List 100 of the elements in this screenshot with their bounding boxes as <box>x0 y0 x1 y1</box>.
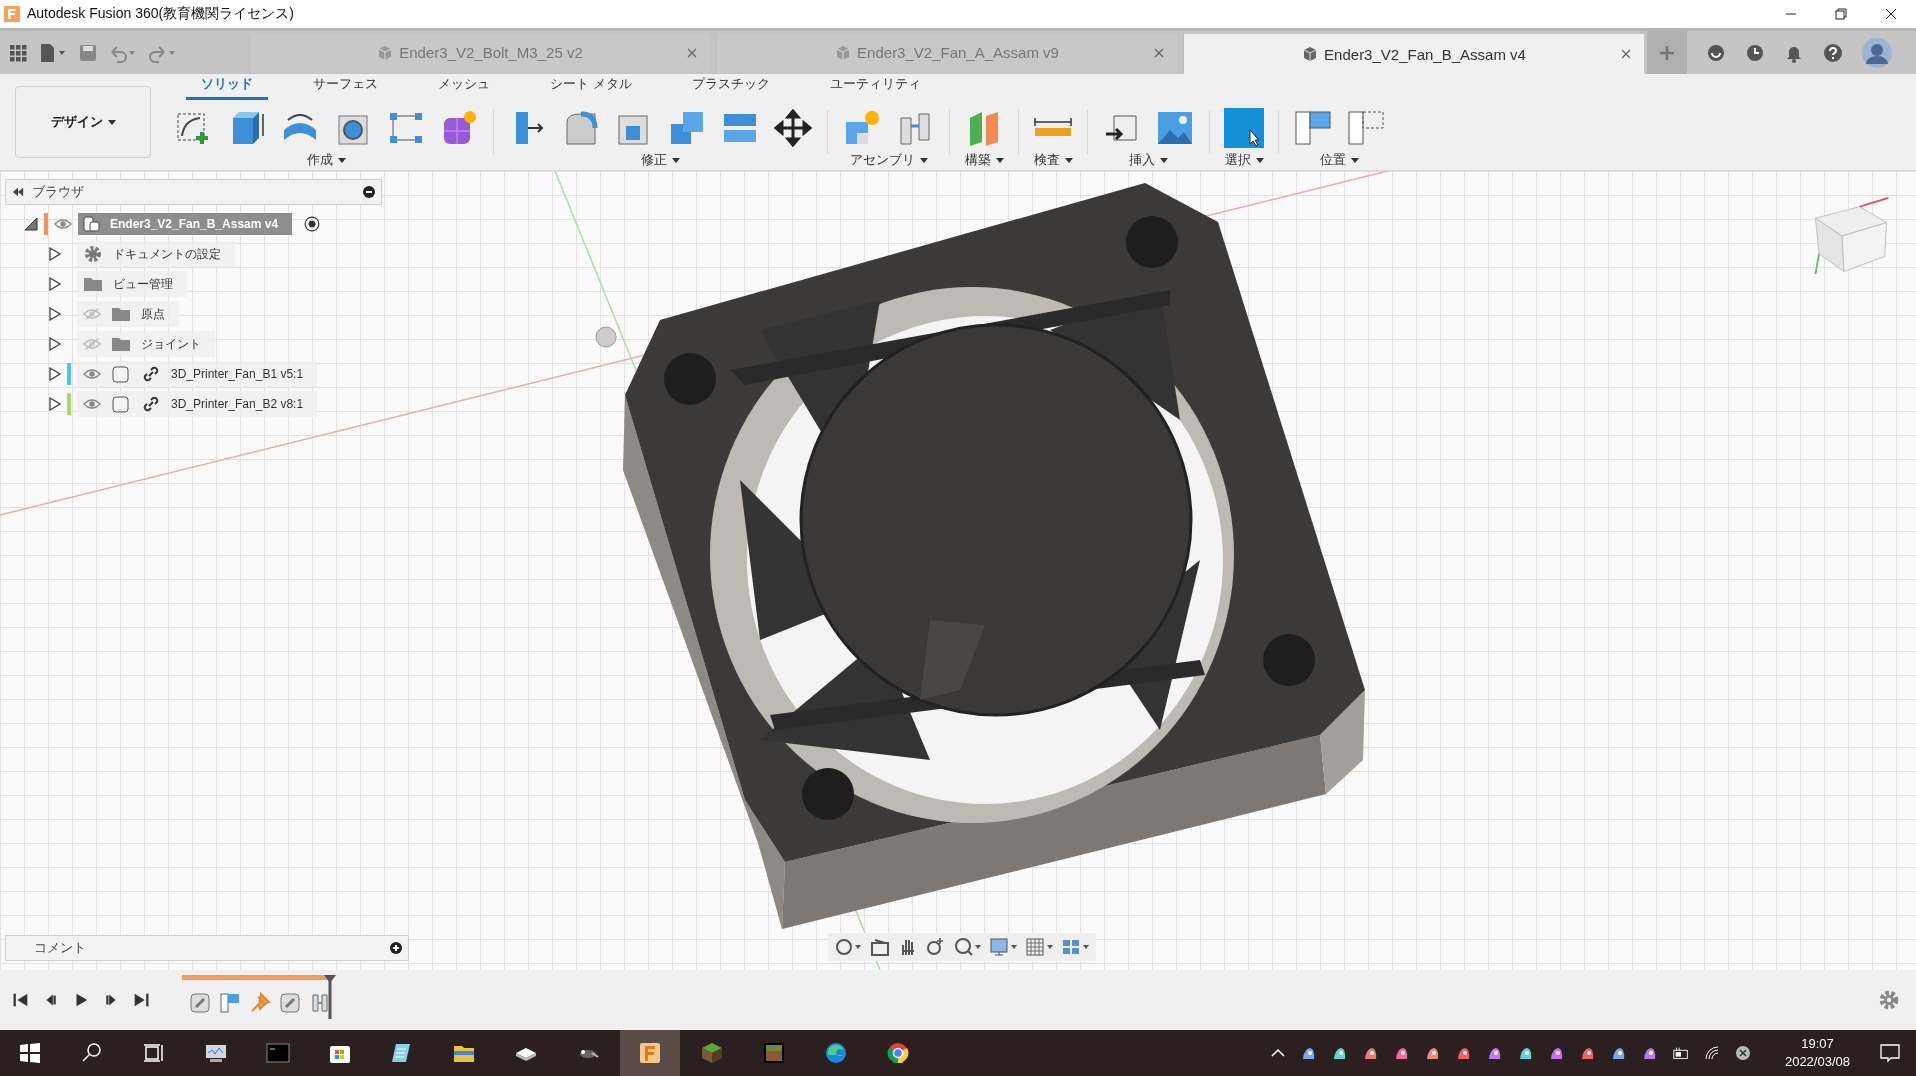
clock[interactable]: 19:07 2022/03/08 <box>1784 1035 1850 1071</box>
caret-icon <box>1351 157 1359 163</box>
settings-icon[interactable] <box>1878 989 1900 1011</box>
plane-icon[interactable] <box>218 991 242 1015</box>
close-tab-icon[interactable] <box>686 46 698 59</box>
expand-triangle-icon[interactable] <box>49 397 61 411</box>
toolbar-tab[interactable]: サーフェス <box>298 74 393 100</box>
toolbar-tab[interactable]: ソリッド <box>186 74 268 100</box>
expand-triangle-icon[interactable] <box>49 307 61 321</box>
cursor-icon <box>1224 107 1264 148</box>
save-icon[interactable] <box>78 42 98 63</box>
tree-item[interactable]: ドキュメントの設定 <box>77 241 235 267</box>
grid-icon[interactable] <box>1026 937 1054 957</box>
caret-icon <box>919 157 928 163</box>
fit-zoom-icon[interactable] <box>954 937 982 957</box>
notification-icon[interactable] <box>1878 1041 1902 1065</box>
group-dropdown[interactable]: 位置 <box>1320 150 1359 169</box>
error-icon[interactable] <box>1733 1045 1752 1061</box>
minus-circle-icon[interactable] <box>363 186 375 198</box>
group-dropdown[interactable]: 作成 <box>307 150 346 169</box>
panel-title: コメント <box>34 939 86 957</box>
close-tab-icon[interactable] <box>1620 48 1632 60</box>
group-dropdown[interactable]: アセンブリ <box>849 150 928 169</box>
tree-item-label: 3D_Printer_Fan_B2 v8:1 <box>171 397 304 411</box>
link-icon <box>141 394 161 414</box>
active-app-button[interactable] <box>620 1030 680 1076</box>
collapse-icon[interactable] <box>12 186 24 198</box>
tree-item-label: ビュー管理 <box>113 275 173 293</box>
close-tab-icon[interactable] <box>1153 46 1165 59</box>
activate-radio-icon[interactable] <box>304 216 321 232</box>
component-icon <box>111 394 131 414</box>
eye-icon[interactable] <box>83 367 101 381</box>
tree-item-label: 原点 <box>141 305 165 323</box>
expand-triangle-icon[interactable] <box>49 367 61 381</box>
origin-marker-icon <box>595 326 617 348</box>
task-view-icon[interactable] <box>142 1041 166 1065</box>
document-tab[interactable]: Ender3_V2_Fan_B_Assam v4 <box>1183 34 1644 74</box>
timeline-marker-icon[interactable] <box>324 975 336 1019</box>
add-comment-icon[interactable] <box>390 942 402 954</box>
tree-item[interactable]: ジョイント <box>77 331 215 357</box>
grass-block-icon[interactable] <box>700 1041 724 1065</box>
expand-triangle-icon[interactable] <box>49 337 61 351</box>
joint-icon[interactable] <box>188 991 212 1015</box>
toolbar-tab[interactable]: プラスチック <box>676 74 785 100</box>
display-icon[interactable] <box>990 937 1018 957</box>
help-icon[interactable] <box>1823 42 1843 63</box>
tree-item[interactable]: 3D_Printer_Fan_B1 v5:1 <box>77 361 318 387</box>
cube-icon <box>835 44 852 61</box>
app-logo-icon <box>638 1041 662 1065</box>
eye-icon[interactable] <box>54 217 72 231</box>
chrome-browser-icon[interactable] <box>886 1041 910 1065</box>
app-logo-icon <box>4 6 20 22</box>
toolbar-tab[interactable]: ユーティリティ <box>814 74 936 100</box>
go-to-end-icon[interactable] <box>132 991 150 1009</box>
tab-label: Ender3_V2_Bolt_M3_25 v2 <box>399 44 583 61</box>
viewports-icon[interactable] <box>1062 937 1090 957</box>
link-icon <box>141 364 161 384</box>
orbit-icon[interactable] <box>834 937 862 957</box>
tree-item-label: ジョイント <box>141 335 201 353</box>
group-dropdown[interactable]: 選択 <box>1224 150 1264 169</box>
go-to-start-icon[interactable] <box>12 991 30 1009</box>
toolbar-tab[interactable]: メッシュ <box>423 74 505 100</box>
tree-item[interactable]: 3D_Printer_Fan_B2 v8:1 <box>77 391 318 417</box>
apps-grid-icon[interactable] <box>8 42 28 63</box>
group-dropdown[interactable]: 構築 <box>964 150 1004 169</box>
expand-triangle-icon[interactable] <box>49 247 61 261</box>
toolbar-tab[interactable]: シート メタル <box>535 74 647 100</box>
workspace-dropdown[interactable]: デザイン <box>15 86 151 158</box>
joint-icon[interactable] <box>278 991 302 1015</box>
group-dropdown[interactable]: 修正 <box>641 150 680 169</box>
clock-icon[interactable] <box>1745 42 1765 63</box>
close-icon[interactable] <box>1885 8 1897 20</box>
collapse-triangle-icon[interactable] <box>24 217 38 231</box>
group-dropdown[interactable]: 挿入 <box>1129 150 1168 169</box>
look-at-icon[interactable] <box>870 937 890 957</box>
edge-browser-icon[interactable] <box>824 1041 848 1065</box>
tree-item-label: ドキュメントの設定 <box>113 245 221 263</box>
fan-model-drawing[interactable] <box>623 183 1365 929</box>
terminal-icon[interactable] <box>266 1041 290 1065</box>
caret-icon <box>672 157 680 163</box>
tree-item[interactable]: ビュー管理 <box>77 271 187 297</box>
expand-triangle-icon[interactable] <box>49 277 61 291</box>
wifi-icon[interactable] <box>1702 1045 1721 1061</box>
clock-time: 19:07 <box>1801 1035 1834 1053</box>
tab-label: Ender3_V2_Fan_A_Assam v9 <box>857 44 1059 61</box>
start-icon[interactable] <box>18 1041 42 1065</box>
avatar-icon[interactable] <box>1862 37 1892 68</box>
caret-icon <box>107 120 116 126</box>
group-dropdown[interactable]: 検査 <box>1033 150 1073 169</box>
caret-icon <box>1064 157 1073 163</box>
tree-item[interactable]: 原点 <box>77 301 179 327</box>
file-icon[interactable] <box>38 42 68 63</box>
caret-icon <box>995 157 1004 163</box>
gear-icon <box>83 244 103 264</box>
dirt-block-icon[interactable] <box>762 1041 786 1065</box>
eye-icon[interactable] <box>83 397 101 411</box>
battery-icon[interactable] <box>1671 1045 1690 1061</box>
restore-icon[interactable] <box>1835 8 1847 20</box>
canvas-viewport[interactable]: ブラウザ Ender3_V2_Fan_B_Assam v4 ドキュメントの設定 ビュー管理 原点 ジョイント 3D_Printer_Fan_B1 v5:1 3D_Printer_Fan_B2 v8:1 コメント <box>0 171 1916 970</box>
cube-icon <box>377 44 394 61</box>
